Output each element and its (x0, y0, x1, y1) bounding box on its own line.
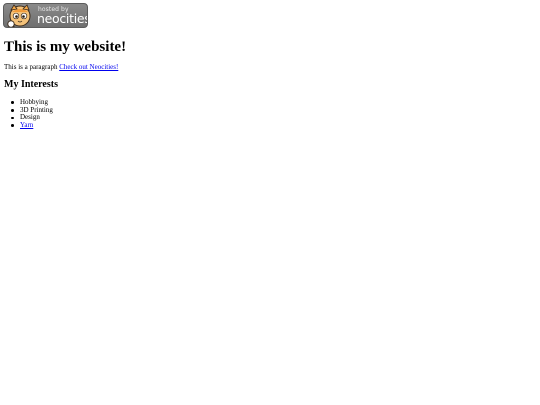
yarn-link[interactable]: Yarn (20, 121, 33, 129)
paragraph-text: This is a paragraph (4, 63, 58, 71)
badge-brand-label: neocities (37, 11, 88, 26)
neocities-cat-mascot-icon (7, 4, 31, 27)
interests-list: Hobbying 3D Printing Design Yarn (11, 98, 53, 130)
interests-heading: My Interests (4, 79, 58, 90)
intro-paragraph: This is a paragraph Check out Neocities! (4, 63, 118, 72)
neocities-link[interactable]: Check out Neocities! (59, 63, 118, 71)
page-title: This is my website! (4, 39, 127, 55)
hosted-by-neocities-badge[interactable]: hosted by neocities (3, 3, 88, 28)
interest-item-yarn: Yarn (11, 121, 53, 130)
